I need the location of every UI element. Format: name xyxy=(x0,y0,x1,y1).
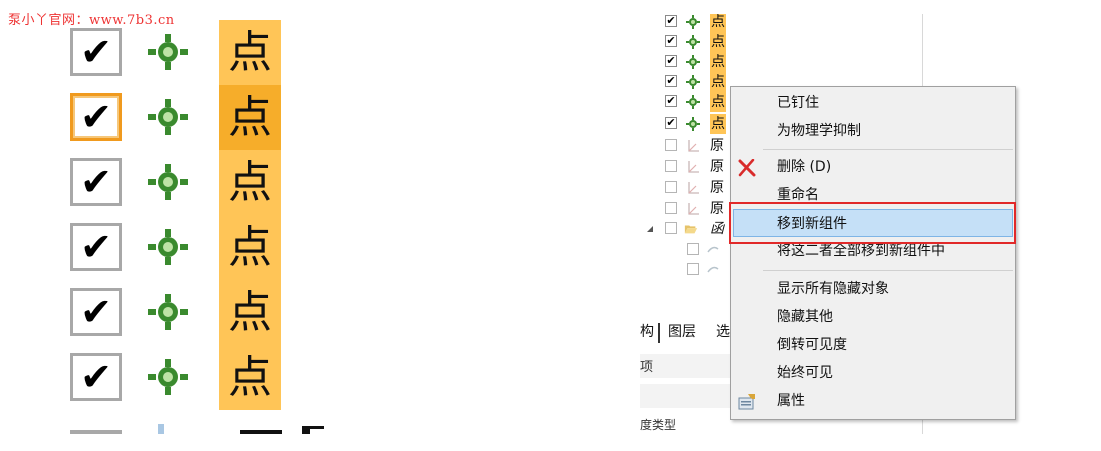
zoom-row: ✔ 点 xyxy=(60,345,360,410)
tree-checkbox[interactable]: ✔ xyxy=(665,117,677,129)
point-icon xyxy=(686,55,700,69)
partial-next-row xyxy=(70,424,324,434)
panel-tabs: 构 图层 选 xyxy=(640,320,740,344)
tree-checkbox[interactable] xyxy=(665,222,677,234)
tree-checkbox[interactable]: ✔ xyxy=(665,55,677,67)
point-icon xyxy=(148,164,188,200)
tree-checkbox[interactable]: ✔ xyxy=(665,95,677,107)
zoom-row: ✔ 点 xyxy=(60,280,360,345)
delete-x-icon xyxy=(738,159,756,177)
expand-triangle-icon[interactable] xyxy=(646,225,654,233)
axis-icon xyxy=(688,182,699,194)
highlight-callout-box xyxy=(729,202,1016,244)
zoom-row: ✔ 点 xyxy=(60,85,360,150)
tree-row[interactable]: ✔ 点 xyxy=(640,14,760,32)
axis-icon xyxy=(688,161,699,173)
point-icon xyxy=(148,99,188,135)
menu-item-invert-visibility[interactable]: 倒转可见度 xyxy=(733,331,1013,359)
tree-point-label: 点 xyxy=(710,72,726,92)
tab-selection[interactable]: 选 xyxy=(716,320,730,344)
tree-checkbox[interactable] xyxy=(665,139,677,151)
link-icon xyxy=(707,246,719,253)
point-icon xyxy=(686,117,700,131)
point-icon xyxy=(686,75,700,89)
zoom-row: ✔ 点 xyxy=(60,215,360,280)
tree-origin-label: 原 xyxy=(710,201,724,217)
menu-item-pinned[interactable]: 已钉住 xyxy=(733,89,1013,117)
folder-open-icon xyxy=(684,225,698,234)
property-field-label: 项 xyxy=(640,360,654,375)
tree-checkbox[interactable] xyxy=(665,160,677,172)
point-icon xyxy=(686,95,700,109)
zoom-checkbox[interactable]: ✔ xyxy=(70,158,122,206)
point-icon xyxy=(686,15,700,29)
tree-row[interactable]: ✔ 点 xyxy=(640,52,760,72)
menu-item-show-all-hidden[interactable]: 显示所有隐藏对象 xyxy=(733,275,1013,303)
tree-origin-label: 原 xyxy=(710,180,724,196)
menu-item-properties[interactable]: 属性 xyxy=(733,387,1013,415)
zoom-checkbox[interactable]: ✔ xyxy=(70,353,122,401)
point-icon xyxy=(148,294,188,330)
zoom-point-label[interactable]: 点 xyxy=(219,280,281,345)
tree-checkbox[interactable]: ✔ xyxy=(665,75,677,87)
properties-icon xyxy=(738,394,755,410)
tree-checkbox[interactable]: ✔ xyxy=(665,15,677,27)
zoom-point-label[interactable]: 点 xyxy=(219,345,281,410)
tree-checkbox[interactable]: ✔ xyxy=(665,35,677,47)
zoom-point-label[interactable]: 点 xyxy=(219,150,281,215)
tab-separator xyxy=(658,323,660,343)
zoom-checkbox[interactable]: ✔ xyxy=(70,288,122,336)
zoom-row: ✔ 点 xyxy=(60,150,360,215)
menu-item-suppress-physics[interactable]: 为物理学抑制 xyxy=(733,117,1013,145)
tree-row[interactable]: ✔ 点 xyxy=(640,32,760,52)
axis-icon xyxy=(688,203,699,215)
tree-checkbox[interactable] xyxy=(665,181,677,193)
axis-icon xyxy=(688,140,699,152)
tree-point-label: 点 xyxy=(710,14,726,32)
tree-group-label: 函 xyxy=(710,221,724,237)
menu-separator xyxy=(763,270,1013,271)
property-type-label: 度类型 xyxy=(640,418,677,432)
zoom-point-label[interactable]: 点 xyxy=(219,215,281,280)
link-icon xyxy=(707,266,719,273)
zoom-point-label[interactable]: 点 xyxy=(219,85,281,150)
tree-point-label: 点 xyxy=(710,92,726,112)
tree-checkbox[interactable] xyxy=(687,243,699,255)
zoom-checkbox[interactable]: ✔ xyxy=(70,223,122,271)
tree-point-label: 点 xyxy=(710,32,726,52)
zoom-checkbox[interactable]: ✔ xyxy=(70,93,122,141)
menu-item-delete[interactable]: 删除 (D) xyxy=(733,153,1013,181)
menu-separator xyxy=(763,149,1013,150)
zoomed-tree-view: ✔ 点 ✔ 点 ✔ 点 ✔ 点 ✔ 点 ✔ 点 xyxy=(60,14,360,434)
tab-layers[interactable]: 图层 xyxy=(668,320,696,344)
property-field[interactable]: 项 xyxy=(640,354,738,378)
tree-checkbox[interactable] xyxy=(665,202,677,214)
zoom-checkbox[interactable]: ✔ xyxy=(70,28,122,76)
tree-point-label: 点 xyxy=(710,52,726,72)
zoom-point-label[interactable]: 点 xyxy=(219,20,281,85)
point-icon xyxy=(148,229,188,265)
tree-origin-label: 原 xyxy=(710,159,724,175)
menu-item-hide-others[interactable]: 隐藏其他 xyxy=(733,303,1013,331)
point-icon xyxy=(148,34,188,70)
tree-point-label: 点 xyxy=(710,114,726,134)
point-icon xyxy=(686,35,700,49)
point-icon xyxy=(148,359,188,395)
tree-origin-label: 原 xyxy=(710,138,724,154)
menu-item-always-visible[interactable]: 始终可见 xyxy=(733,359,1013,387)
context-menu: 已钉住 为物理学抑制 删除 (D) 重命名 移到新组件 将这二者全部移到新组件中… xyxy=(730,86,1016,420)
tree-checkbox[interactable] xyxy=(687,263,699,275)
zoom-row: ✔ 点 xyxy=(60,20,360,85)
tab-structure[interactable]: 构 xyxy=(640,320,654,344)
property-field[interactable] xyxy=(640,384,738,408)
